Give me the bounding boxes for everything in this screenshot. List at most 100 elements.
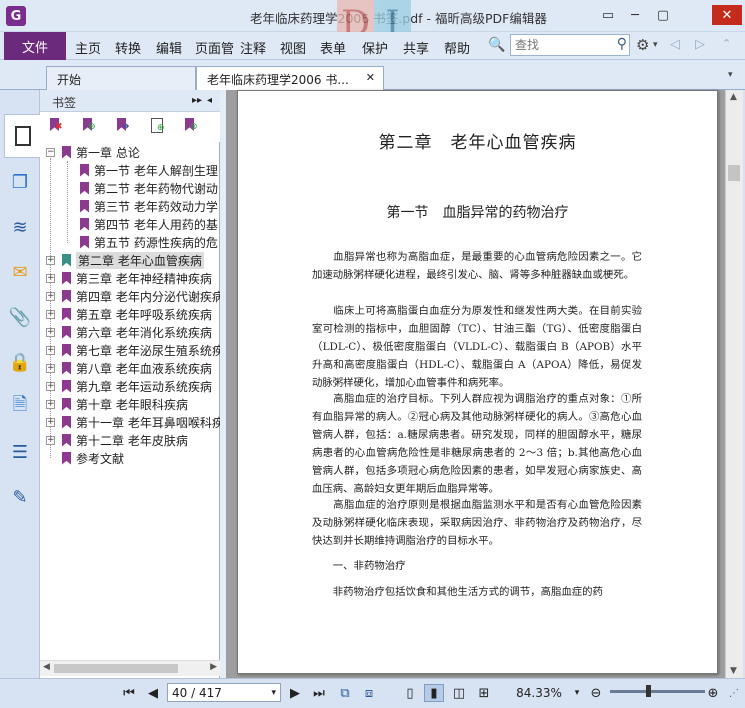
bookmark-panel-tab[interactable]: [4, 114, 41, 158]
continuous-page-icon[interactable]: ▮: [424, 684, 444, 702]
zoom-slider-thumb[interactable]: [646, 685, 651, 697]
find-folder-icon[interactable]: 🔍: [488, 37, 505, 53]
resize-grip-icon[interactable]: ⋰: [727, 684, 741, 702]
scroll-up-icon[interactable]: ▲: [730, 92, 737, 102]
bookmark-item[interactable]: 第三节 老年药效动力学: [80, 197, 220, 215]
bookmark-item[interactable]: 第六章 老年消化系统疾病: [62, 323, 220, 341]
menu-page-manage[interactable]: 页面管: [195, 38, 237, 57]
expand-toggle[interactable]: +: [46, 346, 55, 355]
bookmark-item[interactable]: 参考文献: [62, 449, 220, 467]
restore-icon[interactable]: ▢: [652, 5, 674, 25]
bookmark-item[interactable]: 第十一章 老年耳鼻咽喉科疾病: [62, 413, 220, 431]
collapse-toggle[interactable]: −: [46, 148, 55, 157]
menu-home[interactable]: 主页: [75, 38, 101, 57]
menu-comment[interactable]: 注释: [240, 38, 266, 57]
menu-edit[interactable]: 编辑: [156, 38, 182, 57]
zoom-out-icon[interactable]: ⊖: [588, 684, 604, 702]
panel-collapse-icon[interactable]: ◂: [207, 95, 212, 106]
expand-toggle[interactable]: +: [46, 274, 55, 283]
bookmark-horizontal-scrollbar[interactable]: ◀ ▶: [40, 660, 220, 676]
form-fields-icon[interactable]: ☰: [8, 440, 32, 464]
panel-expand-icon[interactable]: ▸▸: [192, 95, 202, 106]
bookmark-item[interactable]: 第五节 药源性疾病的危: [80, 233, 220, 251]
comments-icon[interactable]: ✉: [8, 260, 32, 284]
menu-view[interactable]: 视图: [280, 38, 306, 57]
nav-forward-icon[interactable]: ▷: [695, 37, 705, 52]
ribbon-display-icon[interactable]: ▭: [597, 5, 619, 25]
facing-page-icon[interactable]: ◫: [450, 684, 468, 702]
zoom-dropdown-icon[interactable]: ▾: [572, 684, 582, 702]
tab-start[interactable]: 开始: [46, 66, 196, 90]
next-view-icon[interactable]: ⧈: [360, 684, 378, 702]
bookmark-item[interactable]: 第二节 老年药物代谢动: [80, 179, 220, 197]
bookmark-item[interactable]: 第十章 老年眼科疾病: [62, 395, 220, 413]
search-input[interactable]: [511, 35, 607, 55]
expand-toggle[interactable]: +: [46, 418, 55, 427]
tab-close-icon[interactable]: ✕: [366, 71, 375, 84]
search-icon[interactable]: ⚲: [617, 36, 627, 52]
page-dropdown-icon[interactable]: ▾: [271, 688, 276, 698]
first-page-icon[interactable]: ⏮: [120, 684, 138, 702]
app-logo-icon[interactable]: G: [6, 6, 26, 26]
ribbon-collapse-icon[interactable]: ⌃: [722, 37, 731, 50]
bookmark-item[interactable]: 第一节 老年人解剖生理: [80, 161, 220, 179]
bookmark-item-selected[interactable]: 第二章 老年心血管疾病: [62, 251, 220, 269]
single-page-icon[interactable]: ▯: [401, 684, 419, 702]
page-number-input[interactable]: 40 / 417 ▾: [167, 683, 281, 702]
layers-icon[interactable]: ≋: [8, 215, 32, 239]
add-child-bookmark-icon[interactable]: ⊕: [151, 118, 167, 136]
content-icon[interactable]: 🗎: [8, 394, 32, 419]
continuous-facing-icon[interactable]: ⊞: [475, 684, 493, 702]
delete-bookmark-icon[interactable]: ✖: [50, 118, 66, 136]
bookmark-item[interactable]: 第三章 老年神经精神疾病: [62, 269, 220, 287]
bookmark-item[interactable]: 第七章 老年泌尿生殖系统疾病: [62, 341, 220, 359]
expand-toggle[interactable]: +: [46, 400, 55, 409]
scroll-right-icon[interactable]: ▶: [210, 662, 217, 672]
bookmark-item[interactable]: 第一章 总论: [62, 143, 220, 161]
attachments-icon[interactable]: 📎: [8, 305, 32, 329]
scroll-thumb[interactable]: [728, 165, 740, 181]
previous-page-icon[interactable]: ◀: [145, 684, 161, 702]
settings-dropdown-icon[interactable]: ▾: [653, 40, 658, 50]
bookmark-item[interactable]: 第十二章 老年皮肤病: [62, 431, 220, 449]
tab-list-dropdown-icon[interactable]: ▾: [728, 70, 733, 80]
bookmark-search-icon[interactable]: ⊗: [185, 118, 201, 136]
nav-back-icon[interactable]: ◁: [670, 37, 680, 52]
bookmark-item[interactable]: 第八章 老年血液系统疾病: [62, 359, 220, 377]
menu-protect[interactable]: 保护: [362, 38, 388, 57]
expand-toggle[interactable]: +: [46, 310, 55, 319]
security-lock-icon[interactable]: 🔒: [8, 350, 32, 374]
close-icon[interactable]: ✕: [712, 5, 742, 25]
file-menu-button[interactable]: 文件: [4, 32, 66, 60]
previous-view-icon[interactable]: ⧉: [336, 684, 354, 702]
next-page-icon[interactable]: ▶: [287, 684, 303, 702]
menu-help[interactable]: 帮助: [444, 38, 470, 57]
expand-toggle[interactable]: +: [46, 292, 55, 301]
menu-convert[interactable]: 转换: [115, 38, 141, 57]
scroll-thumb[interactable]: [54, 664, 178, 673]
document-vertical-scrollbar[interactable]: ▲ ▼: [725, 90, 743, 678]
minimize-icon[interactable]: ─: [624, 5, 646, 25]
bookmark-item[interactable]: 第四章 老年内分泌代谢疾病: [62, 287, 220, 305]
scroll-down-icon[interactable]: ▼: [730, 666, 737, 676]
bookmark-arrow-icon[interactable]: ➜: [117, 118, 133, 136]
expand-toggle[interactable]: +: [46, 256, 55, 265]
bookmark-item[interactable]: 第五章 老年呼吸系统疾病: [62, 305, 220, 323]
menu-form[interactable]: 表单: [320, 38, 346, 57]
menu-share[interactable]: 共享: [403, 38, 429, 57]
expand-toggle[interactable]: +: [46, 382, 55, 391]
add-bookmark-icon[interactable]: ⊕: [83, 118, 99, 136]
expand-toggle[interactable]: +: [46, 436, 55, 445]
bookmark-item[interactable]: 第九章 老年运动系统疾病: [62, 377, 220, 395]
settings-gear-icon[interactable]: ⚙: [636, 36, 649, 54]
expand-toggle[interactable]: +: [46, 364, 55, 373]
last-page-icon[interactable]: ⏭: [310, 684, 328, 702]
zoom-slider[interactable]: [610, 690, 705, 693]
signatures-icon[interactable]: ✎: [8, 485, 32, 509]
bookmark-item[interactable]: 第四节 老年人用药的基: [80, 215, 220, 233]
pages-thumbnail-icon[interactable]: ❐: [8, 170, 32, 194]
tab-document[interactable]: 老年临床药理学2006 书... ✕: [196, 66, 384, 91]
zoom-in-icon[interactable]: ⊕: [705, 684, 721, 702]
search-box[interactable]: ⚲: [510, 34, 630, 56]
expand-toggle[interactable]: +: [46, 328, 55, 337]
